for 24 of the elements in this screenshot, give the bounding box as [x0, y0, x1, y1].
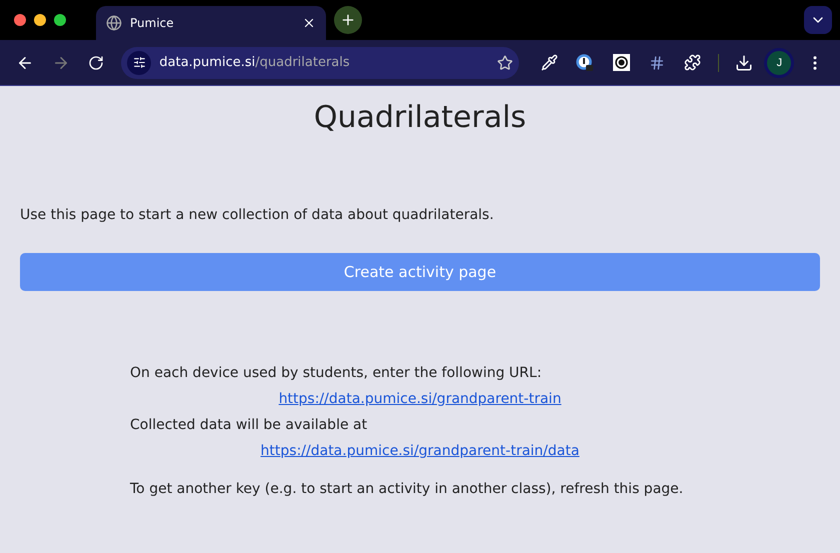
tab-title: Pumice [130, 16, 175, 30]
instruction-text: Collected data will be available at [130, 417, 368, 433]
minimize-window-icon[interactable] [34, 14, 46, 26]
url-link[interactable]: https://data.pumice.si/grandparent-train [278, 391, 562, 407]
intro-text: Use this page to start a new collection of data about quadrilaterals. [20, 207, 495, 223]
tab-search-button[interactable] [804, 6, 832, 34]
instruction-text: On each device used by students, enter the following URL: [130, 365, 543, 381]
browser-tab[interactable]: Pumice [96, 6, 326, 40]
maximize-window-icon[interactable] [54, 14, 66, 26]
note-text: To get another key (e.g. to start an activity in another class), refresh this page. [130, 481, 684, 497]
page-title: Quadrilaterals [312, 100, 528, 135]
close-window-icon[interactable] [14, 14, 26, 26]
bookmark-star-icon[interactable] [496, 54, 513, 70]
url-link[interactable]: https://data.pumice.si/grandparent-train/data [260, 443, 580, 459]
plus-icon [340, 12, 356, 28]
globe-icon [106, 15, 122, 31]
address-bar[interactable]: data.pumice.si/quadrilaterals [121, 46, 519, 78]
new-tab-button[interactable] [334, 6, 362, 34]
url-text: data.pumice.si/quadrilaterals [159, 55, 351, 70]
profile-avatar[interactable]: J [764, 48, 794, 78]
site-settings-button[interactable] [127, 50, 152, 74]
close-icon[interactable] [302, 16, 316, 30]
sliders-icon [132, 56, 146, 69]
reload-icon[interactable] [88, 54, 104, 70]
